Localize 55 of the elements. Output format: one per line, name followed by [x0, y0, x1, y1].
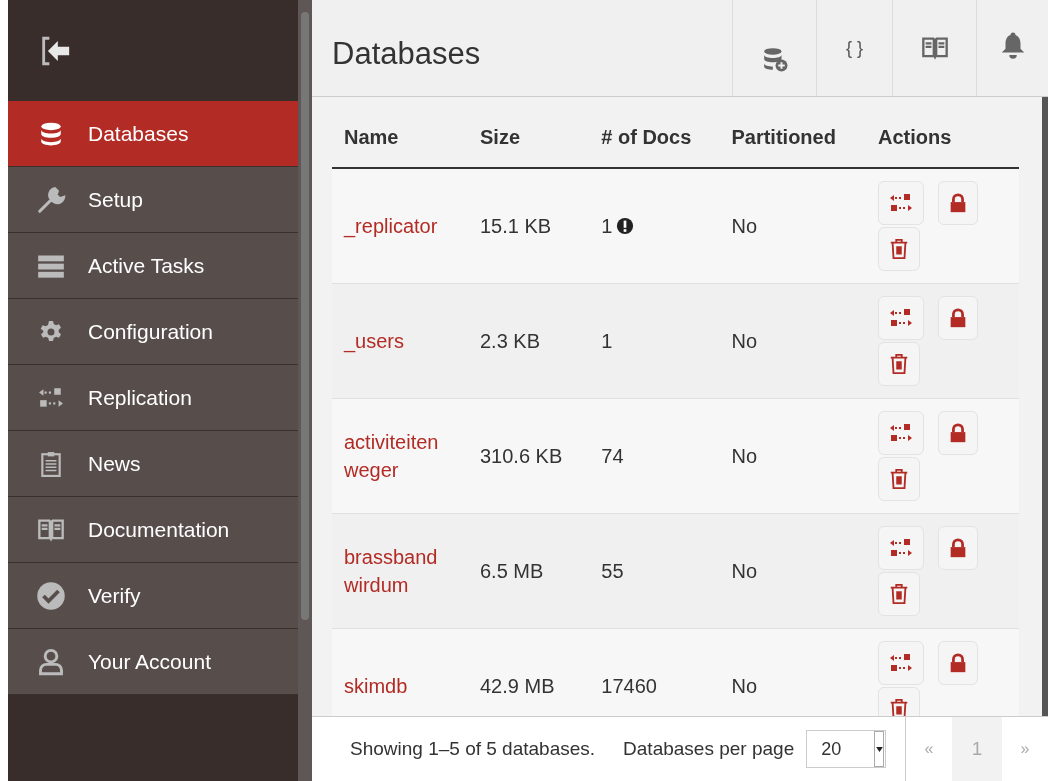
sidebar-item[interactable]: Documentation	[8, 497, 298, 563]
doc-count: 1	[601, 329, 613, 353]
doc-count: 17460	[601, 674, 657, 698]
size-text: 42.9 MB	[480, 674, 555, 697]
size-text: 15.1 KB	[480, 214, 552, 237]
partitioned-text: No	[731, 444, 758, 467]
delete-button[interactable]	[878, 572, 921, 616]
doc-count: 55	[601, 559, 624, 583]
permissions-button[interactable]	[938, 526, 979, 570]
size-text: 2.3 KB	[480, 329, 541, 352]
scrollbar-thumb[interactable]	[1042, 97, 1048, 716]
permissions-button[interactable]	[938, 181, 979, 225]
check-icon	[36, 580, 66, 611]
database-link[interactable]: _users	[344, 327, 456, 355]
clipboard-icon	[38, 449, 64, 478]
wrench-icon	[36, 184, 66, 215]
page-title: Databases	[331, 35, 482, 73]
scrollbar-thumb[interactable]	[301, 12, 309, 620]
replicate-button[interactable]	[878, 526, 925, 570]
database-add-icon	[761, 46, 788, 72]
sidebar-item[interactable]: Your Account	[8, 629, 298, 695]
partitioned-text: No	[731, 214, 758, 237]
permissions-button[interactable]	[938, 411, 979, 455]
sidebar-item[interactable]: Configuration	[8, 299, 298, 365]
sidebar-item[interactable]: Setup	[8, 167, 298, 233]
delete-button[interactable]	[878, 227, 921, 271]
settings-icon	[39, 319, 63, 344]
size-text: 310.6 KB	[480, 444, 563, 467]
partitioned-text: No	[731, 559, 758, 582]
database-icon	[38, 120, 64, 147]
sidebar-item[interactable]: Active Tasks	[8, 233, 298, 299]
size-text: 6.5 MB	[480, 559, 544, 582]
partitioned-text: No	[731, 329, 758, 352]
replicate-button[interactable]	[878, 181, 925, 225]
sidebar-item[interactable]: Replication	[8, 365, 298, 431]
replicate-button[interactable]	[878, 411, 925, 455]
sidebar-item[interactable]: News	[8, 431, 298, 497]
database-link[interactable]: brassband wirdum	[344, 543, 456, 599]
delete-button[interactable]	[878, 457, 921, 501]
sidebar-item[interactable]: Verify	[8, 563, 298, 629]
per-page-select[interactable]: 20	[806, 730, 887, 768]
doc-count: 1	[601, 214, 613, 238]
permissions-button[interactable]	[938, 641, 979, 685]
partitioned-text: No	[731, 674, 758, 697]
replicate-button[interactable]	[878, 641, 925, 685]
doc-count: 74	[601, 444, 624, 468]
database-link[interactable]: _replicator	[344, 212, 456, 240]
replicate-button[interactable]	[878, 296, 925, 340]
caret-icon	[875, 746, 883, 752]
delete-button[interactable]	[878, 342, 921, 386]
permissions-button[interactable]	[938, 296, 979, 340]
pagination-summary: Showing 1–5 of 5 databases.	[350, 738, 596, 760]
sidebar-item[interactable]: Databases	[8, 101, 298, 167]
user-icon	[37, 646, 65, 677]
per-page-label: Databases per page	[623, 738, 795, 760]
